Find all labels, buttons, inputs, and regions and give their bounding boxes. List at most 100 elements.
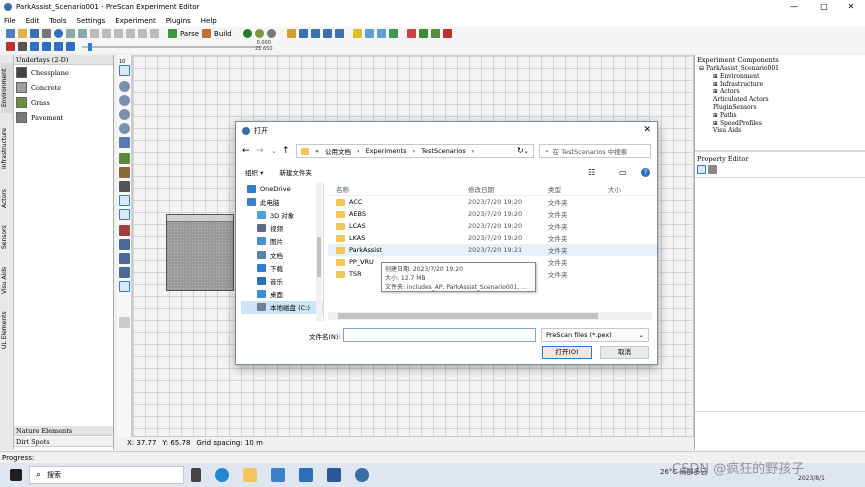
sort-az-icon[interactable]	[708, 165, 717, 174]
build-icon[interactable]	[202, 29, 212, 38]
globe-icon[interactable]	[266, 29, 276, 38]
tab-sensors[interactable]: Sensors	[1, 219, 13, 255]
open-button[interactable]: 打开(O)	[542, 346, 592, 359]
nav-scrollbar[interactable]	[316, 182, 322, 321]
mail-icon[interactable]	[299, 468, 313, 482]
nav-item[interactable]: 桌面	[241, 288, 323, 301]
new-folder-button[interactable]: 新建文件夹	[279, 167, 312, 177]
expand-icon[interactable]: ⊞	[713, 120, 720, 127]
copy-icon[interactable]	[102, 29, 111, 38]
col-date[interactable]: 修改日期	[468, 184, 548, 194]
underlay-item[interactable]: Chessplane	[14, 65, 113, 80]
car-icon[interactable]	[418, 29, 428, 38]
pan-icon[interactable]	[119, 137, 130, 148]
sim-icon[interactable]	[254, 29, 264, 38]
zoom-out-icon[interactable]	[119, 95, 130, 106]
prescan-icon[interactable]	[355, 468, 369, 482]
star-icon[interactable]	[352, 29, 362, 38]
nav-item[interactable]: 此电脑	[241, 195, 323, 208]
nav-item[interactable]: 音乐	[241, 274, 323, 287]
underlay-item[interactable]: Pavement	[14, 110, 113, 125]
open-icon[interactable]	[18, 29, 27, 38]
find-icon[interactable]	[138, 29, 147, 38]
pause-icon[interactable]	[42, 42, 51, 51]
underlay-item[interactable]: Concrete	[14, 80, 113, 95]
expand-icon[interactable]: ⊟	[699, 65, 706, 72]
file-row[interactable]: ACC 2023/7/20 19:20 文件夹	[328, 196, 657, 208]
mirror-icon[interactable]	[119, 209, 130, 220]
ruler-icon[interactable]	[119, 225, 130, 236]
nature-elements-header[interactable]: Nature Elements	[14, 426, 113, 436]
vehicle-icon[interactable]	[364, 29, 374, 38]
file-list-hscroll[interactable]	[328, 312, 652, 320]
file-row[interactable]: LKAS 2023/7/20 19:20 文件夹	[328, 232, 657, 244]
dialog-close-icon[interactable]: ✕	[643, 125, 651, 135]
windows-start-icon[interactable]	[10, 469, 22, 481]
layer-icon[interactable]	[119, 239, 130, 250]
parking-lot-object[interactable]	[166, 214, 234, 291]
cancel-button[interactable]: 取消	[600, 346, 649, 359]
recent-icon[interactable]: ⌄	[271, 147, 277, 155]
tab-visu-aids[interactable]: Visu Aids	[1, 259, 13, 301]
dirt-spots-header[interactable]: Dirt Spots	[14, 437, 113, 447]
col-size[interactable]: 大小	[608, 184, 648, 194]
measure-icon[interactable]	[119, 181, 130, 192]
flag-icon[interactable]	[406, 29, 416, 38]
parse-icon[interactable]	[168, 29, 177, 38]
organize-menu[interactable]: 组织 ▾	[245, 167, 263, 177]
nav-item[interactable]: OneDrive	[241, 182, 323, 195]
filetype-select[interactable]: PreScan files (*.pex) ⌄	[541, 328, 649, 342]
tab-ul-elements[interactable]: UL Elements	[1, 307, 13, 353]
zoom-in-icon[interactable]	[119, 81, 130, 92]
expand-icon[interactable]: ⊞	[713, 81, 720, 88]
tree-icon[interactable]	[388, 29, 398, 38]
tab-infrastructure[interactable]: Infrastructure	[1, 119, 13, 177]
tree-item[interactable]: Articulated Actors	[699, 96, 865, 104]
view-options-icon[interactable]: ☷	[588, 168, 595, 177]
address-bar[interactable]: « 公用文档 › Experiments › TestScenarios › ⌄	[296, 144, 534, 158]
menu-tools[interactable]: Tools	[49, 17, 66, 25]
time-slider[interactable]	[82, 42, 262, 51]
redo-icon[interactable]	[78, 29, 87, 38]
run-icon[interactable]	[242, 29, 252, 38]
edge-icon[interactable]	[215, 468, 229, 482]
task-view-icon[interactable]	[191, 468, 201, 482]
nav-item[interactable]: 图片	[241, 235, 323, 248]
breadcrumb-public-docs[interactable]: 公用文档	[325, 146, 351, 156]
nav-item[interactable]: 3D 对象	[241, 208, 323, 221]
shape-icon[interactable]	[119, 253, 130, 264]
back-icon[interactable]: ←	[242, 146, 250, 156]
sensor-icon[interactable]	[376, 29, 386, 38]
zoom-box-icon[interactable]	[119, 123, 130, 134]
expand-icon[interactable]: ⊞	[713, 88, 720, 95]
draw-road-icon[interactable]	[119, 167, 130, 178]
grid-icon[interactable]	[298, 29, 308, 38]
draw-path-icon[interactable]	[119, 153, 130, 164]
camera-icon[interactable]	[18, 42, 27, 51]
layers-icon[interactable]	[286, 29, 296, 38]
filename-input[interactable]	[343, 328, 536, 342]
close-icon[interactable]: ✕	[837, 0, 865, 14]
col-name[interactable]: 名称	[328, 184, 468, 194]
menu-help[interactable]: Help	[201, 17, 217, 25]
flip-icon[interactable]	[119, 281, 130, 292]
nav-item[interactable]: 文档	[241, 248, 323, 261]
breadcrumb-testscenarios[interactable]: TestScenarios	[421, 147, 465, 155]
nav-item[interactable]: 本地磁盘 (C:)	[241, 300, 323, 314]
address-dropdown-icon[interactable]: ⌄	[524, 147, 529, 155]
refresh-icon[interactable]: ↻	[517, 146, 524, 155]
tree-item[interactable]: PluginSensors	[699, 104, 865, 112]
delete-icon[interactable]	[126, 29, 135, 38]
menu-plugins[interactable]: Plugins	[166, 17, 191, 25]
expand-icon[interactable]: ⊞	[713, 112, 720, 119]
parse-button[interactable]: Parse	[180, 30, 199, 38]
view-icon[interactable]	[322, 29, 332, 38]
tree-item[interactable]: ⊞ Environment	[699, 73, 865, 81]
table-icon[interactable]	[310, 29, 320, 38]
dialog-search[interactable]: ⌕ 在 TestScenarios 中搜索	[539, 144, 651, 158]
tree-root[interactable]: ⊟ ParkAssist_Scenario001	[699, 65, 865, 73]
snap-icon[interactable]	[119, 317, 130, 328]
tree-item[interactable]: ⊞ Paths	[699, 112, 865, 120]
nav-item[interactable]: 视频	[241, 222, 323, 235]
file-row[interactable]: ParkAssist 2023/7/20 19:21 文件夹	[328, 244, 657, 256]
